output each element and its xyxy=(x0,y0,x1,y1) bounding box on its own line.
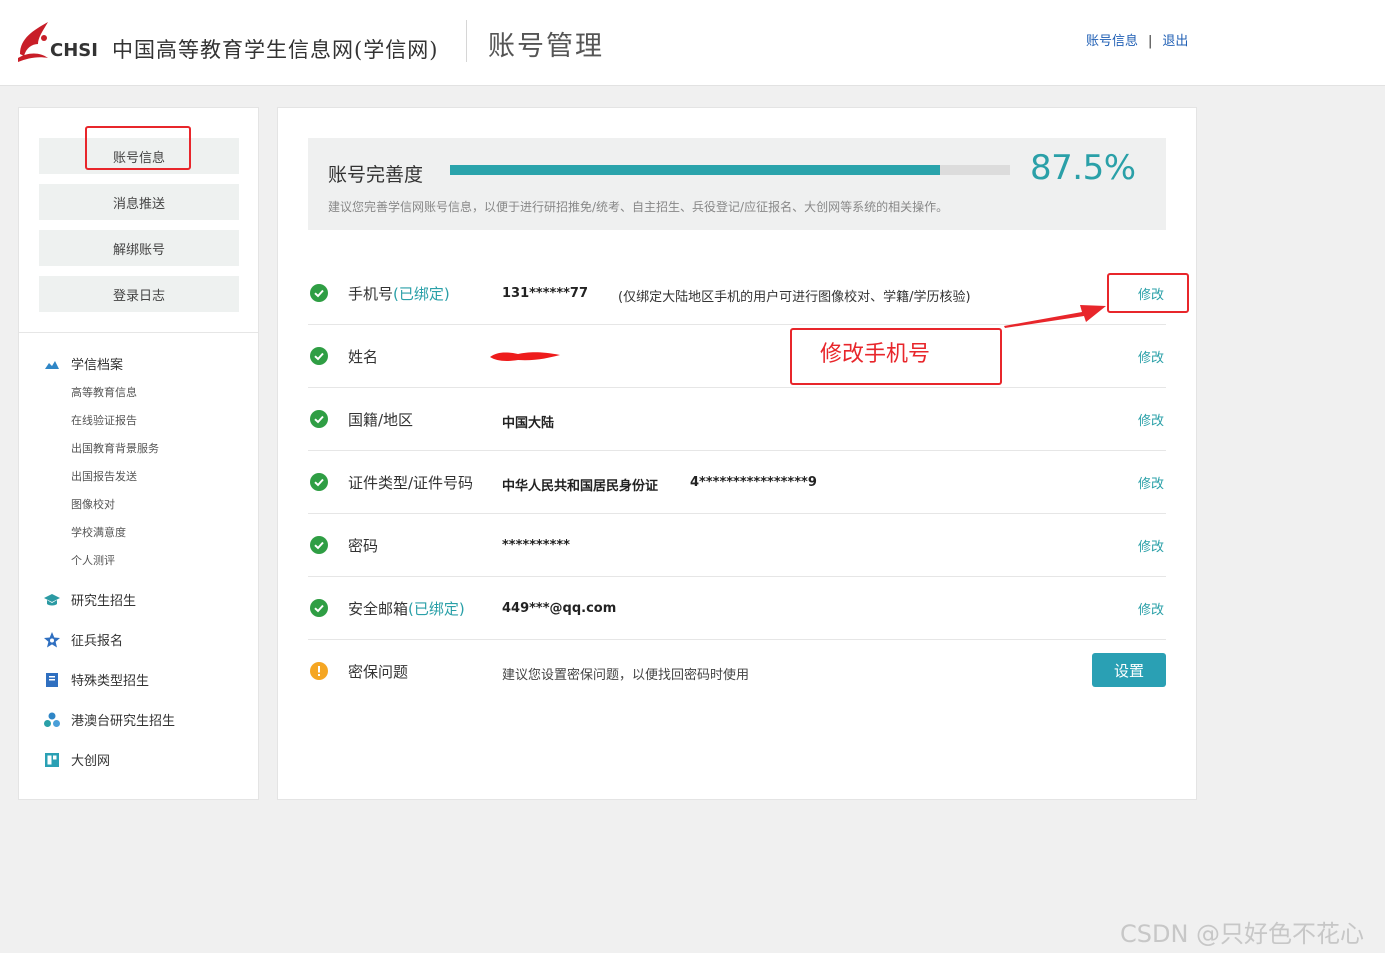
sidebar-subitem-online-verification-report[interactable]: 在线验证报告 xyxy=(71,412,137,428)
account-row-name: 姓名 修改 xyxy=(308,325,1166,388)
bound-badge: (已绑定) xyxy=(408,600,465,618)
graduation-cap-icon xyxy=(43,591,61,609)
row-label: 密保问题 xyxy=(348,663,409,681)
site-name: 中国高等教育学生信息网(学信网) xyxy=(112,38,439,62)
sidebar-subitem-study-abroad-background[interactable]: 出国教育背景服务 xyxy=(71,440,159,456)
row-value: 131******77 xyxy=(502,286,589,301)
sidebar-item-label: 特殊类型招生 xyxy=(71,674,150,689)
row-value-id-number: 4****************9 xyxy=(690,475,817,490)
check-circle-icon xyxy=(310,284,328,302)
row-label-text: 安全邮箱 xyxy=(348,600,409,618)
completeness-progress-bar xyxy=(450,165,1010,175)
sidebar-button-unbind-account[interactable]: 解绑账号 xyxy=(39,230,239,266)
edit-name-link[interactable]: 修改 xyxy=(1138,347,1164,366)
check-circle-icon xyxy=(310,347,328,365)
sidebar-button-message-push[interactable]: 消息推送 xyxy=(39,184,239,220)
completeness-label: 账号完善度 xyxy=(328,164,424,186)
cloud-icon xyxy=(43,355,61,373)
sidebar-item-hmt-graduate-admission[interactable]: 港澳台研究生招生 xyxy=(43,710,175,729)
row-label: 手机号(已绑定) xyxy=(348,283,450,304)
sidebar-item-label: 研究生招生 xyxy=(71,594,137,609)
sidebar-item-label: 学信档案 xyxy=(71,358,124,373)
row-value: ********** xyxy=(502,538,570,553)
account-completeness-box: 账号完善度 87.5% 建议您完善学信网账号信息，以便于进行研招推免/统考、自主… xyxy=(308,138,1166,230)
row-value: 449***@qq.com xyxy=(502,601,617,616)
row-label: 姓名 xyxy=(348,348,379,366)
dachuang-icon xyxy=(43,751,61,769)
sidebar-item-special-admission[interactable]: 特殊类型招生 xyxy=(43,670,149,689)
main-panel: 账号完善度 87.5% 建议您完善学信网账号信息，以便于进行研招推免/统考、自主… xyxy=(277,107,1197,800)
edit-nationality-link[interactable]: 修改 xyxy=(1138,410,1164,429)
sidebar-item-label: 征兵报名 xyxy=(71,634,124,649)
sidebar-subitem-image-check[interactable]: 图像校对 xyxy=(71,496,115,512)
sidebar-subitem-higher-education-info[interactable]: 高等教育信息 xyxy=(71,384,137,400)
completeness-hint: 建议您完善学信网账号信息，以便于进行研招推免/统考、自主招生、兵役登记/应征报名… xyxy=(328,200,949,214)
check-circle-icon xyxy=(310,536,328,554)
annotation-box-edit-phone xyxy=(1107,273,1189,313)
top-header: CHSI 中国高等教育学生信息网(学信网) 账号管理 账号信息 | 退出 xyxy=(0,0,1385,86)
edit-email-link[interactable]: 修改 xyxy=(1138,599,1164,618)
account-row-id-document: 证件类型/证件号码 中华人民共和国居民身份证 4****************… xyxy=(308,451,1166,514)
sidebar-item-dachuang[interactable]: 大创网 xyxy=(43,750,110,769)
check-circle-icon xyxy=(310,410,328,428)
row-value: 中国大陆 xyxy=(502,416,555,431)
row-label: 安全邮箱(已绑定) xyxy=(348,598,465,619)
redaction-scribble xyxy=(490,352,560,361)
people-icon xyxy=(43,711,61,729)
sidebar-item-xuexin-archive[interactable]: 学信档案 xyxy=(43,354,123,373)
set-security-question-button[interactable]: 设置 xyxy=(1092,653,1166,687)
edit-password-link[interactable]: 修改 xyxy=(1138,536,1164,555)
row-label: 证件类型/证件号码 xyxy=(348,474,474,492)
sidebar-item-label: 大创网 xyxy=(71,754,111,769)
annotation-text: 修改手机号 xyxy=(820,342,931,367)
csdn-watermark: CSDN @只好色不花心 xyxy=(1120,920,1365,948)
logout-link[interactable]: 退出 xyxy=(1162,30,1188,49)
completeness-progress-fill xyxy=(450,165,940,175)
sidebar-subitem-school-satisfaction[interactable]: 学校满意度 xyxy=(71,524,126,540)
row-note: (仅绑定大陆地区手机的用户可进行图像校对、学籍/学历核验) xyxy=(618,290,971,305)
sidebar-button-login-log[interactable]: 登录日志 xyxy=(39,276,239,312)
row-label: 国籍/地区 xyxy=(348,411,414,429)
header-divider xyxy=(466,20,467,62)
account-row-security-question: 密保问题 建议您设置密保问题，以便找回密码时使用 设置 xyxy=(308,640,1166,703)
account-row-password: 密码 ********** 修改 xyxy=(308,514,1166,577)
sidebar-item-label: 港澳台研究生招生 xyxy=(71,714,176,729)
row-label-text: 手机号 xyxy=(348,285,394,303)
annotation-box-account-info xyxy=(85,126,191,170)
header-link-separator: | xyxy=(1148,34,1153,49)
edit-id-document-link[interactable]: 修改 xyxy=(1138,473,1164,492)
page-title: 账号管理 xyxy=(488,31,604,62)
bound-badge: (已绑定) xyxy=(393,285,450,303)
account-info-link[interactable]: 账号信息 xyxy=(1086,30,1138,49)
sidebar: 账号信息 消息推送 解绑账号 登录日志 学信档案 高等教育信息 在线验证报告 出… xyxy=(18,107,259,800)
sidebar-subitem-personal-assessment[interactable]: 个人测评 xyxy=(71,552,115,568)
completeness-percent: 87.5% xyxy=(1030,148,1136,188)
row-label: 密码 xyxy=(348,537,379,555)
annotation-arrow-icon xyxy=(1004,305,1106,328)
row-hint: 建议您设置密保问题，以便找回密码时使用 xyxy=(502,668,750,683)
warning-circle-icon xyxy=(310,662,328,680)
check-circle-icon xyxy=(310,473,328,491)
account-row-nationality: 国籍/地区 中国大陆 修改 xyxy=(308,388,1166,451)
row-value: 中华人民共和国居民身份证 xyxy=(502,479,659,494)
sidebar-item-graduate-admission[interactable]: 研究生招生 xyxy=(43,590,136,609)
book-icon xyxy=(43,671,61,689)
header-links: 账号信息 | 退出 xyxy=(1086,30,1188,49)
check-circle-icon xyxy=(310,599,328,617)
account-row-email: 安全邮箱(已绑定) 449***@qq.com 修改 xyxy=(308,577,1166,640)
sidebar-subitem-abroad-report-send[interactable]: 出国报告发送 xyxy=(71,468,137,484)
star-icon xyxy=(43,631,61,649)
logo-text: CHSI xyxy=(50,40,98,61)
sidebar-item-military-enlistment[interactable]: 征兵报名 xyxy=(43,630,123,649)
sidebar-divider xyxy=(19,332,258,333)
